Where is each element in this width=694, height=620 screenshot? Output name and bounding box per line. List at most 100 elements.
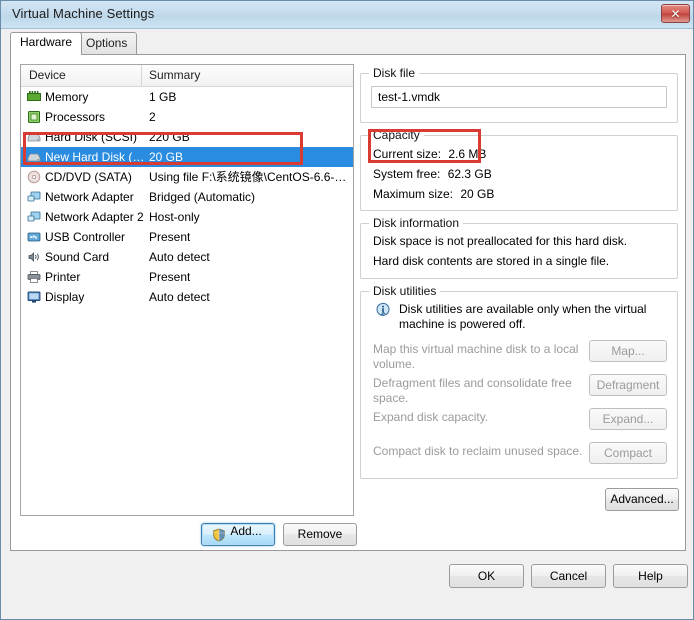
device-summary: 2: [149, 110, 156, 124]
device-name: Printer: [45, 270, 81, 284]
table-row[interactable]: USB Controller Present: [21, 227, 353, 247]
maximum-size-value: 20 GB: [460, 187, 495, 201]
device-summary: Auto detect: [149, 250, 210, 264]
device-summary: Present: [149, 230, 191, 244]
cddvd-icon: [27, 170, 41, 184]
window-title: Virtual Machine Settings: [12, 6, 155, 21]
display-icon: [27, 290, 41, 304]
harddisk-icon: [27, 150, 41, 164]
device-name: USB Controller: [45, 230, 126, 244]
tab-hardware[interactable]: Hardware: [10, 32, 83, 55]
table-row[interactable]: Processors 2: [21, 107, 353, 127]
current-size-label: Current size:: [373, 147, 442, 161]
current-size-row: Current size: 2.6 MB: [373, 147, 486, 161]
tab-strip: Hardware Options: [10, 32, 686, 55]
disk-information-group-label: Disk information: [369, 216, 464, 230]
map-description: Map this virtual machine disk to a local…: [373, 342, 579, 371]
memory-icon: [27, 90, 41, 104]
compact-button[interactable]: Compact: [589, 442, 667, 464]
device-name: Processors: [45, 110, 106, 124]
disk-information-line-1: Disk space is not preallocated for this …: [373, 234, 628, 248]
harddisk-icon: [27, 130, 41, 144]
remove-button[interactable]: Remove: [283, 523, 357, 546]
disk-utility-row-defragment: Defragment files and consolidate free sp…: [361, 374, 677, 410]
column-header-device[interactable]: Device: [29, 68, 66, 82]
disk-utility-row-map: Map this virtual machine disk to a local…: [361, 340, 677, 376]
table-row[interactable]: Display Auto detect: [21, 287, 353, 307]
close-icon: ✕: [670, 6, 681, 21]
add-button-label: Add...: [230, 524, 262, 538]
device-summary: Host-only: [149, 210, 200, 224]
printer-icon: [27, 270, 41, 284]
device-summary: Present: [149, 270, 191, 284]
disk-file-group-label: Disk file: [369, 66, 420, 80]
table-row[interactable]: Hard Disk (SCSI) 220 GB: [21, 127, 353, 147]
disk-utilities-note: Disk utilities are available only when t…: [399, 302, 647, 331]
table-row[interactable]: Sound Card Auto detect: [21, 247, 353, 267]
device-list-header: Device Summary: [21, 65, 353, 87]
table-row[interactable]: Printer Present: [21, 267, 353, 287]
device-summary: Bridged (Automatic): [149, 190, 256, 204]
device-name: Memory: [45, 90, 89, 104]
column-divider: [141, 65, 142, 86]
compact-description: Compact disk to reclaim unused space.: [373, 444, 583, 458]
disk-utilities-group: Disk utilities Disk utilities are availa…: [360, 284, 678, 479]
disk-file-input[interactable]: test-1.vmdk: [371, 86, 667, 108]
defragment-button[interactable]: Defragment: [589, 374, 667, 396]
column-header-summary[interactable]: Summary: [149, 68, 200, 82]
table-row[interactable]: Memory 1 GB: [21, 87, 353, 107]
disk-information-line-2: Hard disk contents are stored in a singl…: [373, 254, 610, 268]
hardware-tab-panel: Device Summary Memory 1 GB Processors 2: [10, 54, 686, 551]
shield-icon: [212, 528, 226, 542]
device-name: Sound Card: [45, 250, 110, 264]
tab-options[interactable]: Options: [76, 32, 138, 54]
table-row[interactable]: Network Adapter 2 Host-only: [21, 207, 353, 227]
system-free-label: System free:: [373, 167, 441, 181]
close-button[interactable]: ✕: [661, 4, 690, 23]
network-adapter-icon: [27, 190, 41, 204]
device-summary: 20 GB: [149, 150, 184, 164]
expand-button[interactable]: Expand...: [589, 408, 667, 430]
device-name: New Hard Disk (…: [45, 150, 145, 164]
map-button[interactable]: Map...: [589, 340, 667, 362]
usb-controller-icon: [27, 230, 41, 244]
remove-button-label: Remove: [297, 527, 343, 541]
defragment-description: Defragment files and consolidate free sp…: [373, 376, 572, 405]
table-row[interactable]: Network Adapter Bridged (Automatic): [21, 187, 353, 207]
device-summary: 1 GB: [149, 90, 177, 104]
device-name: Network Adapter 2: [45, 210, 144, 224]
device-name: CD/DVD (SATA): [45, 170, 132, 184]
ok-button[interactable]: OK: [449, 564, 524, 588]
maximum-size-row: Maximum size: 20 GB: [373, 187, 494, 201]
device-summary: Using file F:\系统镜像\CentOS-6.6-…: [149, 170, 347, 184]
capacity-group: Capacity Current size: 2.6 MB System fre…: [360, 128, 678, 211]
device-summary: Auto detect: [149, 290, 210, 304]
table-row-new-hard-disk[interactable]: New Hard Disk (… 20 GB: [21, 147, 353, 167]
title-bar: Virtual Machine Settings ✕: [1, 1, 693, 29]
cancel-button[interactable]: Cancel: [531, 564, 606, 588]
device-name: Network Adapter: [45, 190, 134, 204]
current-size-value: 2.6 MB: [448, 147, 487, 161]
processor-icon: [27, 110, 41, 124]
system-free-row: System free: 62.3 GB: [373, 167, 492, 181]
device-list[interactable]: Device Summary Memory 1 GB Processors 2: [20, 64, 354, 516]
virtual-machine-settings-dialog: Virtual Machine Settings ✕ Hardware Opti…: [0, 0, 694, 620]
disk-file-group: Disk file test-1.vmdk: [360, 66, 678, 123]
device-name: Hard Disk (SCSI): [45, 130, 138, 144]
help-button[interactable]: Help: [613, 564, 688, 588]
sound-card-icon: [27, 250, 41, 264]
disk-utilities-group-label: Disk utilities: [369, 284, 441, 298]
capacity-group-label: Capacity: [369, 128, 424, 142]
disk-information-group: Disk information Disk space is not preal…: [360, 216, 678, 279]
disk-utility-row-compact: Compact disk to reclaim unused space. Co…: [361, 442, 677, 478]
table-row[interactable]: CD/DVD (SATA) Using file F:\系统镜像\CentOS-…: [21, 167, 353, 187]
maximum-size-label: Maximum size:: [373, 187, 454, 201]
device-name: Display: [45, 290, 85, 304]
device-summary: 220 GB: [149, 130, 190, 144]
system-free-value: 62.3 GB: [447, 167, 492, 181]
network-adapter-icon: [27, 210, 41, 224]
add-button[interactable]: Add...: [201, 523, 275, 546]
advanced-button[interactable]: Advanced...: [605, 488, 679, 511]
disk-utility-row-expand: Expand disk capacity. Expand...: [361, 408, 677, 444]
expand-description: Expand disk capacity.: [373, 410, 489, 424]
